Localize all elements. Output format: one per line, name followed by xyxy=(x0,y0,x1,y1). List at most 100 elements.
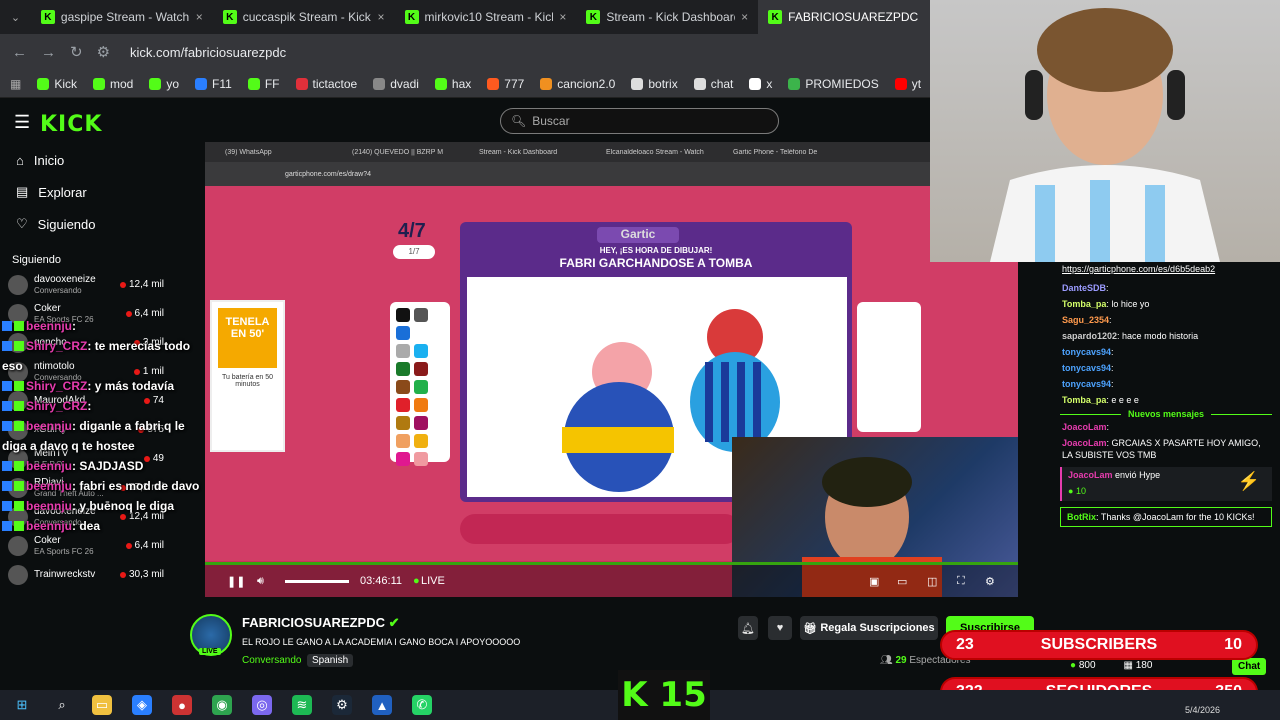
reload-icon[interactable]: ↻ xyxy=(70,43,83,61)
color-swatch[interactable] xyxy=(414,434,428,448)
color-swatch[interactable] xyxy=(396,416,410,430)
brush-size-bar[interactable] xyxy=(460,514,740,544)
whatsapp-icon[interactable]: ✆ xyxy=(412,695,432,715)
color-swatch[interactable] xyxy=(396,308,410,322)
spotify-icon[interactable]: ≋ xyxy=(292,695,312,715)
steam-icon[interactable]: ⚙ xyxy=(332,695,352,715)
bookmark-item[interactable]: tictactoe xyxy=(295,77,357,91)
chat-link[interactable]: https://garticphone.com/es/d6b5deab2 xyxy=(1060,262,1272,280)
chat-username[interactable]: tonycavs94 xyxy=(1062,363,1111,373)
chat-username[interactable]: tonycavs94 xyxy=(1062,379,1111,389)
browser-tab-active[interactable]: K FABRICIOSUAREZPDC xyxy=(758,0,940,34)
chat-username[interactable]: tonycavs94 xyxy=(1062,347,1111,357)
close-icon[interactable]: × xyxy=(741,10,748,24)
site-info-icon[interactable]: ⚙ xyxy=(97,43,110,61)
color-swatch[interactable] xyxy=(414,308,428,322)
search-icon[interactable]: ⌕ xyxy=(52,695,72,715)
bookmark-item[interactable]: mod xyxy=(93,77,133,91)
forward-icon[interactable]: → xyxy=(41,44,56,61)
menu-icon[interactable]: ☰ xyxy=(14,112,30,133)
chat-username[interactable]: BotRix xyxy=(1067,512,1096,522)
close-icon[interactable]: × xyxy=(559,10,566,24)
chat-username[interactable]: Tomba_pa xyxy=(1062,299,1106,309)
new-messages-divider[interactable]: Nuevos mensajes xyxy=(1121,409,1211,419)
color-swatch[interactable] xyxy=(396,380,410,394)
volume-icon[interactable]: 🔊︎ xyxy=(257,575,264,588)
windows-start-icon[interactable]: ⊞ xyxy=(12,695,32,715)
chat-username[interactable]: JoacoLam xyxy=(1062,438,1107,448)
chat-username[interactable]: JoacoLam xyxy=(1068,470,1113,480)
browser-tab[interactable]: Kgaspipe Stream - Watch Live × xyxy=(31,0,213,34)
search-input[interactable]: 🔍︎ Buscar xyxy=(500,108,779,134)
notification-bell-icon[interactable]: 🔔︎ xyxy=(738,616,758,640)
pause-icon[interactable]: ❚❚ xyxy=(227,575,245,588)
following-item[interactable]: davooxeneize Conversando 12,4 mil xyxy=(0,270,172,299)
nav-following[interactable]: ♡ Siguiendo xyxy=(0,208,172,240)
close-icon[interactable]: × xyxy=(196,10,203,24)
theater-icon[interactable]: ▭ xyxy=(897,575,907,588)
chat-username[interactable]: Sagu_2354 xyxy=(1062,315,1109,325)
bookmark-item[interactable]: yo xyxy=(149,77,179,91)
recorder-icon[interactable]: ● xyxy=(172,695,192,715)
kick-logo[interactable]: KICK xyxy=(40,112,102,137)
file-explorer-icon[interactable]: ▭ xyxy=(92,695,112,715)
video-player[interactable]: (39) WhatsApp (2140) QUEVEDO || BZRP M Str… xyxy=(205,142,1018,597)
bookmark-item[interactable]: Kick xyxy=(37,77,77,91)
color-swatch[interactable] xyxy=(396,434,410,448)
bookmark-item[interactable]: dvadi xyxy=(373,77,419,91)
bookmark-item[interactable]: FF xyxy=(247,77,280,91)
volume-slider[interactable] xyxy=(285,580,349,583)
apps-icon[interactable]: ▦ xyxy=(10,77,21,91)
bookmark-item[interactable]: 777 xyxy=(487,77,524,91)
chrome-icon[interactable]: ◉ xyxy=(212,695,232,715)
settings-icon[interactable]: ⚙ xyxy=(985,575,995,588)
store-icon[interactable]: ◈ xyxy=(132,695,152,715)
bookmark-item[interactable]: F11 xyxy=(195,77,232,91)
nav-home[interactable]: ⌂ Inicio xyxy=(0,144,172,176)
discord-icon[interactable]: ◎ xyxy=(252,695,272,715)
channel-name[interactable]: FABRICIOSUAREZPDC ✔ xyxy=(242,615,400,631)
bookmark-item[interactable]: hax xyxy=(434,77,471,91)
bookmark-item[interactable]: x xyxy=(749,77,772,91)
language-tag[interactable]: Spanish xyxy=(307,654,354,667)
browser-tab[interactable]: Kmirkovic10 Stream - Kick Dashboard × xyxy=(395,0,577,34)
back-icon[interactable]: ← xyxy=(12,44,27,61)
color-swatch[interactable] xyxy=(414,326,428,340)
gift-subs-button[interactable]: 🎁︎ Regala Suscripciones xyxy=(800,616,938,640)
chat-username[interactable]: DanteSDB xyxy=(1062,283,1106,293)
color-swatch[interactable] xyxy=(396,452,410,466)
color-swatch[interactable] xyxy=(396,326,410,340)
category-link[interactable]: Conversando xyxy=(242,655,301,666)
color-swatch[interactable] xyxy=(414,362,428,376)
chat-username[interactable]: Tomba_pa xyxy=(1062,395,1106,405)
following-item[interactable]: Trainwreckstv 30,3 mil xyxy=(0,560,172,589)
fullscreen-icon[interactable]: ⛶ xyxy=(957,575,965,588)
browser-tab[interactable]: K Stream - Kick Dashboard × xyxy=(576,0,758,34)
bookmark-item[interactable]: yt xyxy=(894,77,921,91)
browser-tab[interactable]: Kcuccaspik Stream - Kick Dashboard × xyxy=(213,0,395,34)
color-swatch[interactable] xyxy=(414,416,428,430)
color-swatch[interactable] xyxy=(396,344,410,358)
close-icon[interactable]: × xyxy=(378,10,385,24)
color-swatch[interactable] xyxy=(396,398,410,412)
chat-username[interactable]: sapardo1202 xyxy=(1062,331,1117,341)
bookmark-item[interactable]: PROMIEDOS xyxy=(788,77,879,91)
color-swatch[interactable] xyxy=(414,380,428,394)
bookmark-item[interactable]: botrix xyxy=(631,77,678,91)
pip-icon[interactable]: ◫ xyxy=(927,575,937,588)
color-swatch[interactable] xyxy=(414,398,428,412)
app-icon[interactable]: ▲ xyxy=(372,695,392,715)
color-swatch[interactable] xyxy=(414,344,428,358)
color-swatch[interactable] xyxy=(396,362,410,376)
follow-heart-icon[interactable]: ♥ xyxy=(768,616,792,640)
chat-username[interactable]: JoacoLam xyxy=(1062,422,1107,432)
nav-explore[interactable]: ▤ Explorar xyxy=(0,176,172,208)
url-field[interactable]: kick.com/fabriciosuarezpdc xyxy=(130,45,286,60)
bookmark-item[interactable]: cancion2.0 xyxy=(540,77,615,91)
bookmark-item[interactable]: chat xyxy=(693,77,733,91)
color-swatch[interactable] xyxy=(414,452,428,466)
clip-icon[interactable]: ▣ xyxy=(869,575,879,588)
tool-panel[interactable] xyxy=(857,302,921,432)
chat-send-button[interactable]: Chat xyxy=(1232,658,1267,675)
tab-list-icon[interactable]: ⌄ xyxy=(0,11,31,24)
